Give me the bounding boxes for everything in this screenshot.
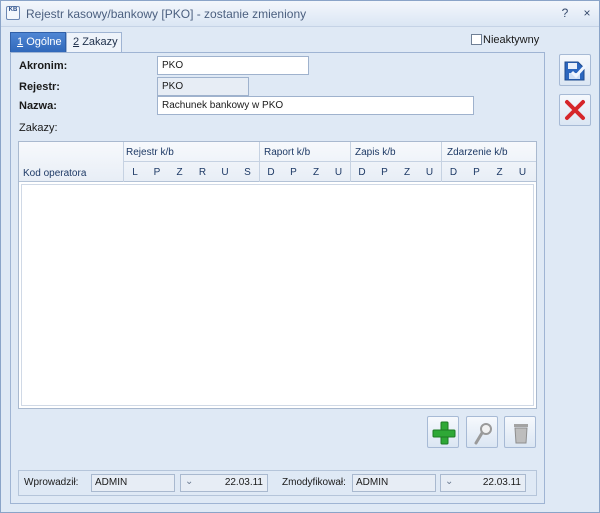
help-button[interactable]: ? (557, 5, 573, 21)
save-button[interactable] (559, 54, 591, 86)
col-rejestr-z[interactable]: Z (168, 164, 191, 182)
rejestr-field: PKO (157, 77, 249, 96)
tab-zakazy[interactable]: 2 Zakazy (66, 32, 122, 53)
tab-zakazy-number: 2 (73, 36, 80, 48)
col-raport-d[interactable]: D (260, 164, 282, 182)
save-icon (564, 61, 588, 81)
col-zdarzenie-p[interactable]: P (465, 164, 488, 182)
group-raport: Raport k/b (264, 147, 311, 158)
grid-body[interactable] (21, 184, 534, 406)
inactive-checkbox-label: Nieaktywny (483, 34, 540, 46)
col-raport-p[interactable]: P (282, 164, 305, 182)
app-icon: KB (6, 6, 20, 20)
col-zdarzenie-d[interactable]: D (442, 164, 465, 182)
zakazy-label: Zakazy: (19, 122, 58, 134)
wprowadzil-label: Wprowadził: (24, 477, 79, 488)
cancel-icon (565, 100, 585, 120)
tab-ogolne-number: 1 (17, 36, 24, 48)
zmodyfikowal-user: ADMIN (352, 474, 436, 492)
dropdown-icon: ⌄ (185, 476, 194, 487)
col-zapis-p[interactable]: P (373, 164, 396, 182)
col-rejestr-s[interactable]: S (236, 164, 259, 182)
rejestr-label: Rejestr: (19, 81, 60, 93)
add-icon (432, 421, 456, 445)
close-button[interactable]: × (579, 5, 595, 21)
tab-zakazy-label: Zakazy (82, 36, 118, 48)
akronim-field[interactable]: PKO (157, 56, 309, 75)
edit-button[interactable] (466, 416, 498, 448)
col-kod-operatora[interactable]: Kod operatora (23, 168, 86, 179)
window-title: Rejestr kasowy/bankowy [PKO] - zostanie … (26, 7, 307, 21)
add-button[interactable] (427, 416, 459, 448)
nazwa-field[interactable]: Rachunek bankowy w PKO (157, 96, 474, 115)
akronim-label: Akronim: (19, 60, 68, 72)
title-bar: KB Rejestr kasowy/bankowy [PKO] - zostan… (1, 1, 599, 27)
col-zapis-u[interactable]: U (418, 164, 441, 182)
col-zapis-z[interactable]: Z (396, 164, 418, 182)
delete-button[interactable] (504, 416, 536, 448)
col-zdarzenie-z[interactable]: Z (488, 164, 511, 182)
inactive-checkbox-box[interactable] (471, 34, 482, 45)
zmodyfikowal-date-field: ⌄ 22.03.11 (440, 474, 526, 492)
zmodyfikowal-date: 22.03.11 (482, 477, 521, 488)
magnifier-icon (474, 423, 492, 445)
wprowadzil-user: ADMIN (91, 474, 175, 492)
nazwa-label: Nazwa: (19, 100, 57, 112)
inactive-checkbox[interactable]: Nieaktywny (471, 34, 539, 48)
dropdown-icon: ⌄ (445, 476, 454, 487)
group-separator (124, 161, 536, 162)
tab-ogolne[interactable]: 1 Ogólne (10, 32, 66, 53)
group-zdarzenie: Zdarzenie k/b (447, 147, 508, 158)
audit-footer: Wprowadził: ADMIN ⌄ 22.03.11 Zmodyfikowa… (18, 470, 537, 496)
col-raport-u[interactable]: U (327, 164, 350, 182)
col-rejestr-r[interactable]: R (191, 164, 214, 182)
col-rejestr-l[interactable]: L (124, 164, 146, 182)
group-zapis: Zapis k/b (355, 147, 396, 158)
zakazy-grid[interactable]: Rejestr k/b Raport k/b Zapis k/b Zdarzen… (18, 141, 537, 409)
group-rejestr: Rejestr k/b (126, 147, 174, 158)
grid-header: Rejestr k/b Raport k/b Zapis k/b Zdarzen… (19, 142, 536, 182)
cancel-button[interactable] (559, 94, 591, 126)
wprowadzil-date-field: ⌄ 22.03.11 (180, 474, 268, 492)
col-raport-z[interactable]: Z (305, 164, 327, 182)
col-zapis-d[interactable]: D (351, 164, 373, 182)
zmodyfikowal-label: Zmodyfikował: (282, 477, 346, 488)
main-window: KB Rejestr kasowy/bankowy [PKO] - zostan… (0, 0, 600, 513)
trash-icon (514, 424, 528, 444)
col-rejestr-p[interactable]: P (146, 164, 168, 182)
tab-ogolne-label: Ogólne (26, 36, 62, 48)
col-zdarzenie-u[interactable]: U (511, 164, 534, 182)
col-rejestr-u[interactable]: U (214, 164, 236, 182)
wprowadzil-date: 22.03.11 (224, 477, 263, 488)
